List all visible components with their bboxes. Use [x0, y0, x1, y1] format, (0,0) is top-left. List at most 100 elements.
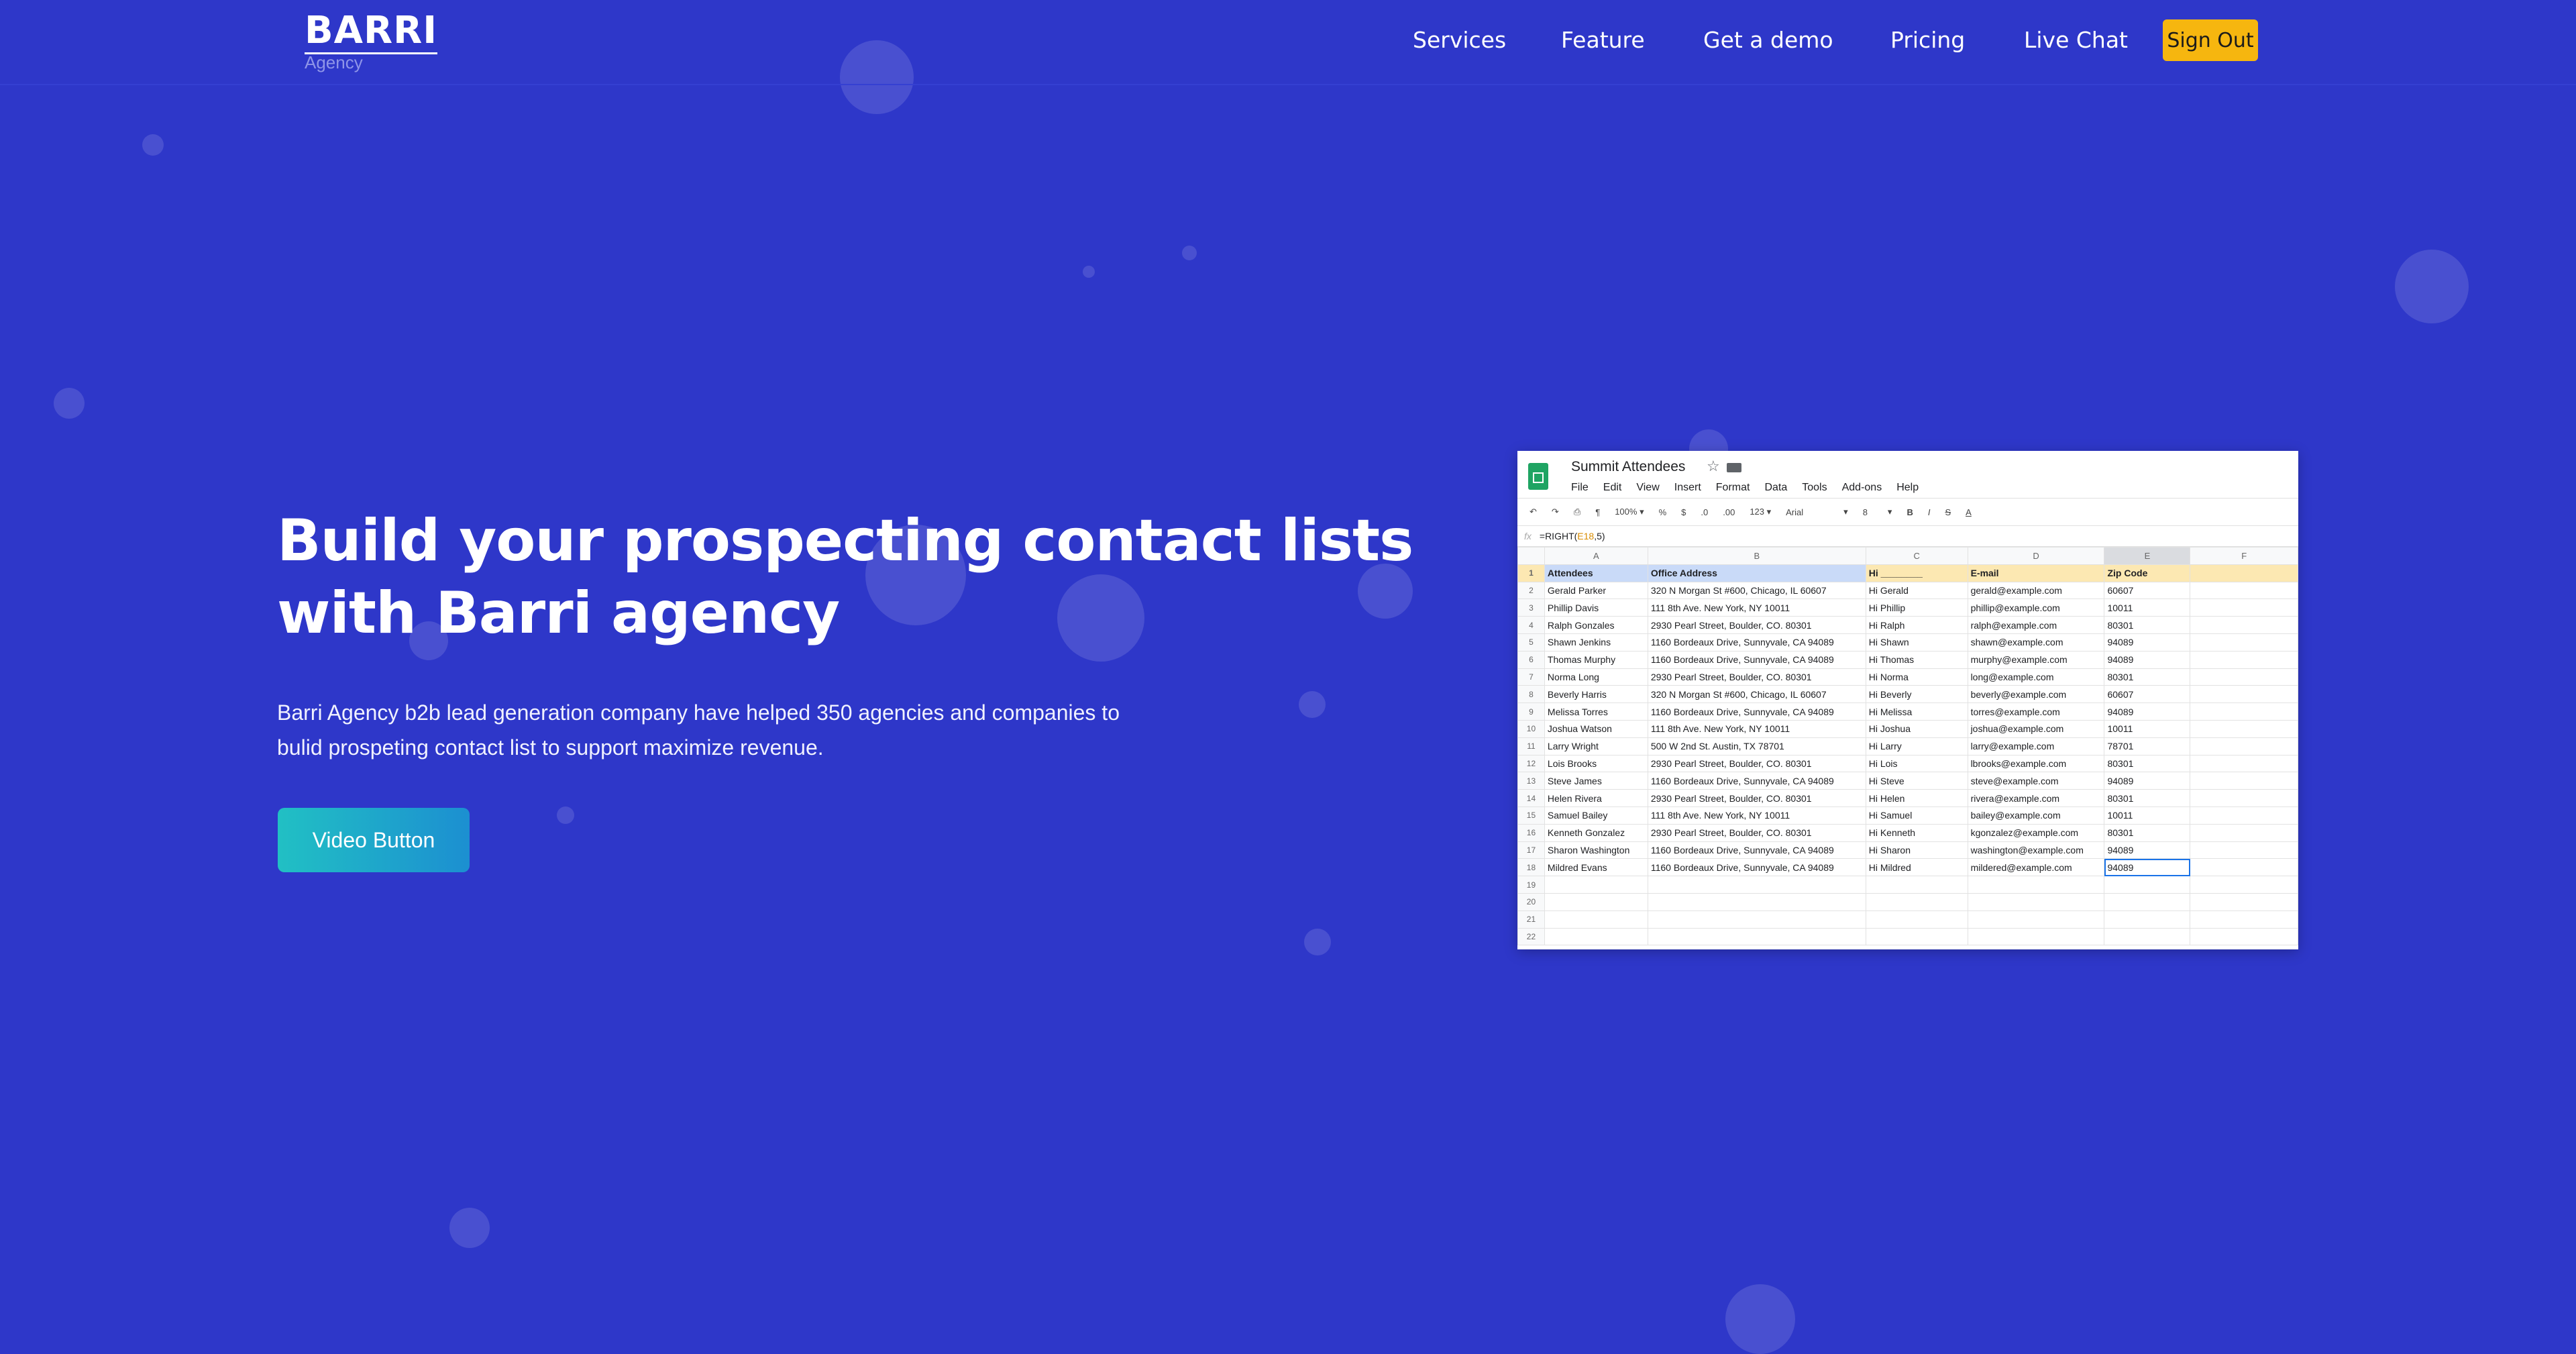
sheet-row: 20 [1517, 892, 2298, 911]
sheet-row: 12 Lois Brooks 2930 Pearl Street, Boulder,… [1517, 754, 2298, 773]
undo-icon: ↶ [1529, 507, 1537, 517]
menu-insert: Insert [1674, 482, 1701, 493]
sheet-cell: rivera@example.com [1967, 789, 2105, 807]
sheet-row: 17 Sharon Washington 1160 Bordeaux Drive, … [1517, 841, 2298, 860]
sheet-cell [2190, 823, 2298, 842]
formula-suffix: ,5) [1594, 531, 1605, 541]
hero-description-line: bulid prospeting contact list to support… [277, 735, 824, 760]
formula-prefix: =RIGHT( [1539, 531, 1578, 541]
brand-subtitle: Agency [305, 52, 363, 72]
sheet-cell [1544, 892, 1648, 911]
currency-format: $ [1681, 507, 1686, 517]
brand-logo[interactable]: BARRI Agency [305, 9, 438, 72]
sheet-cell [2190, 685, 2298, 704]
sheet-row: 8 Beverly Harris 320 N Morgan St #600, Chi… [1517, 685, 2298, 704]
sheet-cell: Samuel Bailey [1544, 806, 1648, 825]
sheet-cell: 80301 [2104, 754, 2191, 773]
sheet-cell: Ralph Gonzales [1544, 616, 1648, 634]
sheet-cell: Lois Brooks [1544, 754, 1648, 773]
column-header-row: A B C D E F [1517, 547, 2298, 565]
sheet-cell: Shawn Jenkins [1544, 633, 1648, 652]
nav-pricing[interactable]: Pricing [1890, 27, 1965, 53]
percent-format: % [1658, 507, 1667, 517]
sheet-cell: 94089 [2104, 633, 2191, 652]
sheet-cell [2190, 806, 2298, 825]
sign-out-button[interactable]: Sign Out [2163, 19, 2258, 61]
sheet-cell [2190, 581, 2298, 600]
sheet-cell: 10011 [2104, 719, 2191, 738]
font-size-dropdown-icon: ▾ [1887, 507, 1892, 517]
row-number: 12 [1517, 754, 1545, 773]
sheet-cell: Sharon Washington [1544, 841, 1648, 860]
sheet-cell: steve@example.com [1967, 772, 2105, 790]
sheet-cell: Hi Samuel [1865, 806, 1968, 825]
sheet-row: 9 Melissa Torres 1160 Bordeaux Drive, Sunn… [1517, 702, 2298, 721]
sheet-cell [2190, 616, 2298, 634]
sheet-cell [1544, 910, 1648, 929]
nav-services[interactable]: Services [1413, 27, 1506, 53]
sheet-cell: Zip Code [2104, 564, 2191, 582]
sheet-cell: E-mail [1967, 564, 2105, 582]
menu-format: Format [1715, 482, 1750, 493]
sheet-cell [2190, 772, 2298, 790]
nav-feature[interactable]: Feature [1561, 27, 1645, 53]
sheet-cell [1647, 910, 1866, 929]
menu-view: View [1636, 482, 1660, 493]
row-number: 17 [1517, 841, 1545, 860]
decor-bubble [2395, 250, 2469, 323]
row-number: 14 [1517, 789, 1545, 807]
menu-edit: Edit [1603, 482, 1622, 493]
row-number: 3 [1517, 598, 1545, 617]
sheet-cell [2190, 876, 2298, 894]
decor-bubble [1304, 929, 1331, 955]
sheet-cell: phillip@example.com [1967, 598, 2105, 617]
hero-title-line: Build your prospecting contact lists [277, 507, 1413, 574]
sheet-cell: bailey@example.com [1967, 806, 2105, 825]
sheet-cell [2190, 719, 2298, 738]
row-number: 6 [1517, 650, 1545, 669]
sheet-cell: Office Address [1647, 564, 1866, 582]
sheet-cell: Joshua Watson [1544, 719, 1648, 738]
menu-tools: Tools [1802, 482, 1827, 493]
sheet-cell: 1160 Bordeaux Drive, Sunnyvale, CA 94089 [1647, 858, 1866, 877]
sheet-cell: Melissa Torres [1544, 702, 1648, 721]
sheet-cell [2190, 737, 2298, 756]
row-number: 5 [1517, 633, 1545, 652]
paint-format-icon: ¶ [1595, 507, 1601, 517]
sheet-cell [2190, 650, 2298, 669]
sheet-cell: Hi Thomas [1865, 650, 1968, 669]
formula-reference: E18 [1577, 531, 1595, 541]
video-button[interactable]: Video Button [278, 808, 470, 872]
hero-description-line: Barri Agency b2b lead generation company… [277, 700, 1120, 725]
italic-icon: I [1927, 507, 1931, 517]
fx-icon: fx [1524, 531, 1532, 541]
nav-live-chat[interactable]: Live Chat [2024, 27, 2128, 53]
zoom-select: 100% ▾ [1615, 507, 1644, 517]
sheet-cell: lbrooks@example.com [1967, 754, 2105, 773]
sheet-cell: Phillip Davis [1544, 598, 1648, 617]
sheet-cell [1967, 892, 2105, 911]
sheet-cell: 1160 Bordeaux Drive, Sunnyvale, CA 94089 [1647, 650, 1866, 669]
sheet-cell: 1160 Bordeaux Drive, Sunnyvale, CA 94089 [1647, 702, 1866, 721]
sheet-cell [2190, 841, 2298, 860]
sheet-cell: Gerald Parker [1544, 581, 1648, 600]
nav-get-a-demo[interactable]: Get a demo [1703, 27, 1833, 53]
sheet-cell [1544, 876, 1648, 894]
sheet-cell [2104, 910, 2191, 929]
sheet-cell [2190, 789, 2298, 807]
column-header: C [1865, 547, 1968, 565]
sheet-cell: 2930 Pearl Street, Boulder, CO. 80301 [1647, 823, 1866, 842]
sheet-cell: 1160 Bordeaux Drive, Sunnyvale, CA 94089 [1647, 841, 1866, 860]
sheet-row: 4 Ralph Gonzales 2930 Pearl Street, Boulde… [1517, 616, 2298, 634]
sheet-cell: Hi Mildred [1865, 858, 1968, 877]
sheet-toolbar: ↶ ↷ ⎙ ¶ 100% ▾ % $ .0 .00 123 ▾ Arial ▾ … [1517, 498, 2298, 526]
strikethrough-icon: S [1945, 507, 1951, 517]
sheet-row: 21 [1517, 910, 2298, 929]
increase-decimal: .00 [1723, 507, 1735, 517]
sheet-row: 22 [1517, 927, 2298, 946]
column-header: F [2190, 547, 2298, 565]
sheet-cell: long@example.com [1967, 668, 2105, 686]
sheet-cell: 94089 [2104, 858, 2191, 877]
sheet-cell: Mildred Evans [1544, 858, 1648, 877]
sheet-cell: Hi ________ [1865, 564, 1968, 582]
